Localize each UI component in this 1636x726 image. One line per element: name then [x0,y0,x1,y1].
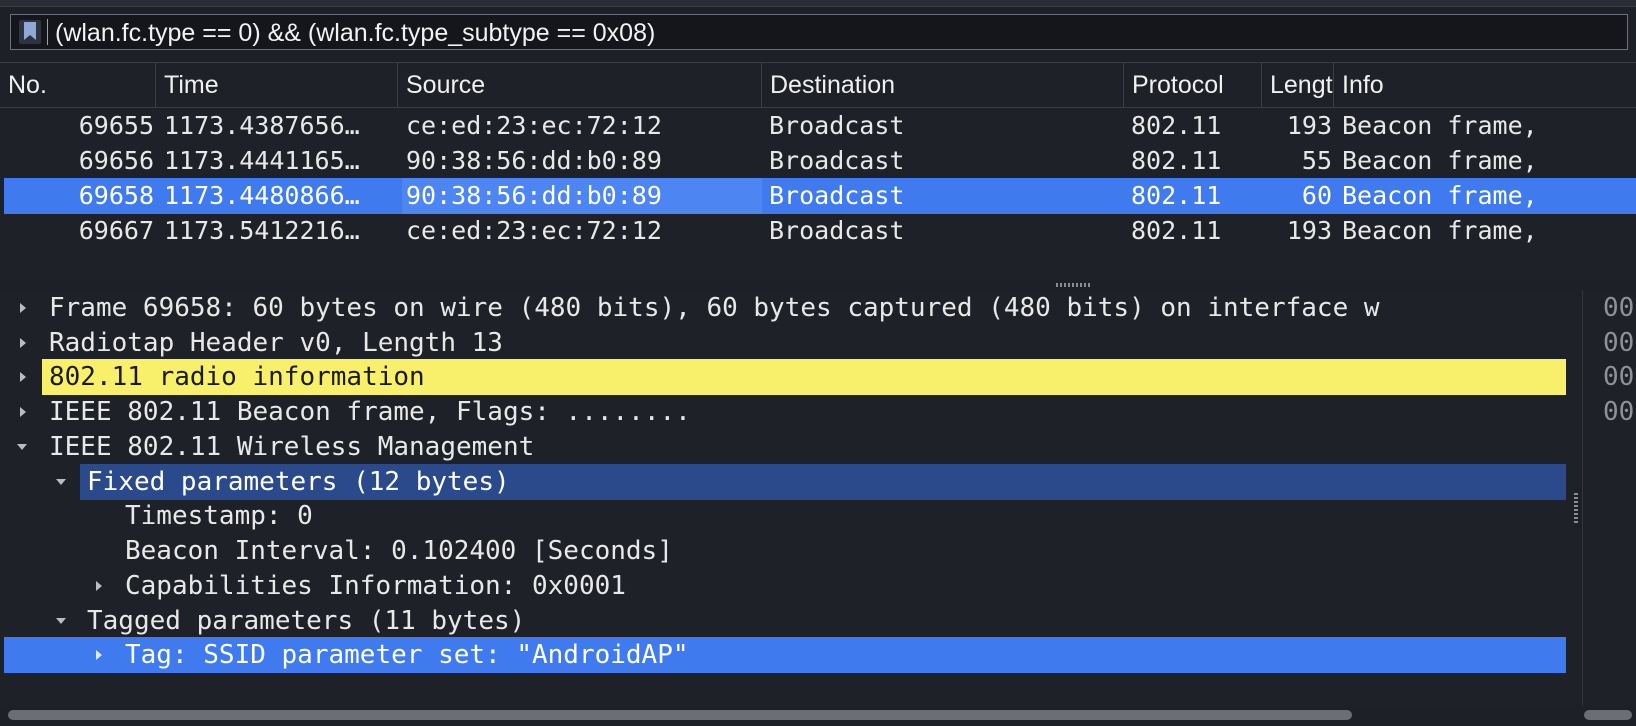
cell-info: Beacon frame, [1342,111,1538,140]
packet-row[interactable]: 69656 1173.4441165… 90:38:56:dd:b0:89 Br… [4,143,1636,179]
column-header-time[interactable]: Time [156,63,398,107]
filter-expression[interactable]: (wlan.fc.type == 0) && (wlan.fc.type_sub… [55,18,655,48]
bytes-scrollbar-thumb[interactable] [1584,710,1632,720]
tree-item-timestamp[interactable]: Timestamp: 0 [0,498,1572,534]
details-horizontal-scrollbar[interactable] [0,706,1636,726]
expand-right-icon[interactable] [20,372,26,382]
cell-info: Beacon frame, [1342,181,1538,210]
splitter-grip-icon[interactable] [1056,283,1090,287]
expand-right-icon[interactable] [20,338,26,348]
tree-item-label: Tagged parameters (11 bytes) [87,606,526,636]
tree-item-ssid-tag[interactable]: Tag: SSID parameter set: "AndroidAP" [0,637,1572,673]
display-filter-input[interactable]: (wlan.fc.type == 0) && (wlan.fc.type_sub… [10,14,1628,50]
expand-right-icon[interactable] [96,581,102,591]
bytes-line: 00 [1603,362,1635,392]
column-header-length[interactable]: Lengt [1262,63,1334,107]
column-header-destination[interactable]: Destination [762,63,1124,107]
tree-item-label: Timestamp: 0 [125,501,313,531]
tree-item-frame[interactable]: Frame 69658: 60 bytes on wire (480 bits)… [0,290,1572,326]
column-header-no[interactable]: No. [0,63,156,107]
cell-time: 1173.4480866… [164,181,360,210]
expand-right-icon[interactable] [20,407,26,417]
tree-item-radiotap[interactable]: Radiotap Header v0, Length 13 [0,325,1572,361]
cell-destination: Broadcast [769,146,905,175]
tree-item-fixed-parameters[interactable]: Fixed parameters (12 bytes) [0,464,1572,500]
cell-destination: Broadcast [769,216,905,245]
cell-no: 69655 [78,111,154,140]
tree-item-wireless-management[interactable]: IEEE 802.11 Wireless Management [0,429,1572,465]
expand-right-icon[interactable] [20,303,26,313]
cell-destination: Broadcast [769,181,905,210]
tree-item-label: Radiotap Header v0, Length 13 [49,328,503,358]
packet-details-tree[interactable]: Frame 69658: 60 bytes on wire (480 bits)… [0,290,1572,706]
cell-protocol: 802.11 [1131,111,1222,140]
packet-list[interactable]: No. Time Source Destination Protocol Len… [0,62,1636,280]
pane-splitter[interactable] [0,280,1636,290]
tree-item-label: 802.11 radio information [49,362,425,392]
collapse-down-icon[interactable] [56,618,66,624]
packet-bytes-pane[interactable]: 00 00 00 00 [1582,290,1636,706]
bytes-line: 00 [1603,293,1635,323]
cell-source: 90:38:56:dd:b0:89 [406,146,662,175]
packet-row[interactable]: 69655 1173.4387656… ce:ed:23:ec:72:12 Br… [4,108,1636,144]
cell-time: 1173.4441165… [164,146,360,175]
cell-protocol: 802.11 [1131,181,1222,210]
tree-item-label: Fixed parameters (12 bytes) [87,467,510,497]
vertical-splitter-grip-icon[interactable] [1574,493,1578,523]
collapse-down-icon[interactable] [56,479,66,485]
tree-item-label: Beacon Interval: 0.102400 [Seconds] [125,536,673,566]
column-header-source[interactable]: Source [398,63,762,107]
cell-source: ce:ed:23:ec:72:12 [406,111,662,140]
packet-list-header: No. Time Source Destination Protocol Len… [0,62,1636,108]
cell-info: Beacon frame, [1342,146,1538,175]
tree-item-radio-information[interactable]: 802.11 radio information [0,359,1572,395]
cell-no: 69656 [78,146,154,175]
bytes-line: 00 [1603,397,1635,427]
tree-item-tagged-parameters[interactable]: Tagged parameters (11 bytes) [0,603,1572,639]
cell-no: 69667 [78,216,154,245]
toolbar-top-edge [0,0,1636,7]
packet-row-selected[interactable]: 69658 1173.4480866… 90:38:56:dd:b0:89 Br… [4,178,1636,214]
cell-protocol: 802.11 [1131,216,1222,245]
column-header-info[interactable]: Info [1334,63,1636,107]
cell-source: ce:ed:23:ec:72:12 [406,216,662,245]
cell-length: 60 [1301,181,1332,210]
tree-item-capabilities[interactable]: Capabilities Information: 0x0001 [0,568,1572,604]
cell-protocol: 802.11 [1131,146,1222,175]
tree-item-beacon-frame[interactable]: IEEE 802.11 Beacon frame, Flags: .......… [0,394,1572,430]
filter-separator [47,19,48,45]
tree-item-label: IEEE 802.11 Wireless Management [49,432,535,462]
bytes-line: 00 [1603,328,1635,358]
tree-item-label: Capabilities Information: 0x0001 [125,571,626,601]
bookmark-icon[interactable] [19,20,41,44]
cell-length: 193 [1286,111,1332,140]
cell-time: 1173.5412216… [164,216,360,245]
cell-destination: Broadcast [769,111,905,140]
cell-length: 193 [1286,216,1332,245]
packet-row[interactable]: 69667 1173.5412216… ce:ed:23:ec:72:12 Br… [4,213,1636,249]
cell-time: 1173.4387656… [164,111,360,140]
column-header-protocol[interactable]: Protocol [1124,63,1262,107]
tree-item-beacon-interval[interactable]: Beacon Interval: 0.102400 [Seconds] [0,533,1572,569]
collapse-down-icon[interactable] [17,444,27,450]
display-filter-toolbar: (wlan.fc.type == 0) && (wlan.fc.type_sub… [0,0,1636,62]
bookmark-flag-shape [24,22,36,40]
cell-length: 55 [1301,146,1332,175]
scrollbar-thumb[interactable] [8,710,1352,720]
tree-item-label: Tag: SSID parameter set: "AndroidAP" [125,640,689,670]
cell-source: 90:38:56:dd:b0:89 [402,178,762,214]
cell-no: 69658 [78,181,154,210]
tree-item-label: IEEE 802.11 Beacon frame, Flags: .......… [49,397,691,427]
cell-info: Beacon frame, [1342,216,1538,245]
expand-right-icon[interactable] [96,650,102,660]
tree-item-label: Frame 69658: 60 bytes on wire (480 bits)… [49,293,1380,323]
